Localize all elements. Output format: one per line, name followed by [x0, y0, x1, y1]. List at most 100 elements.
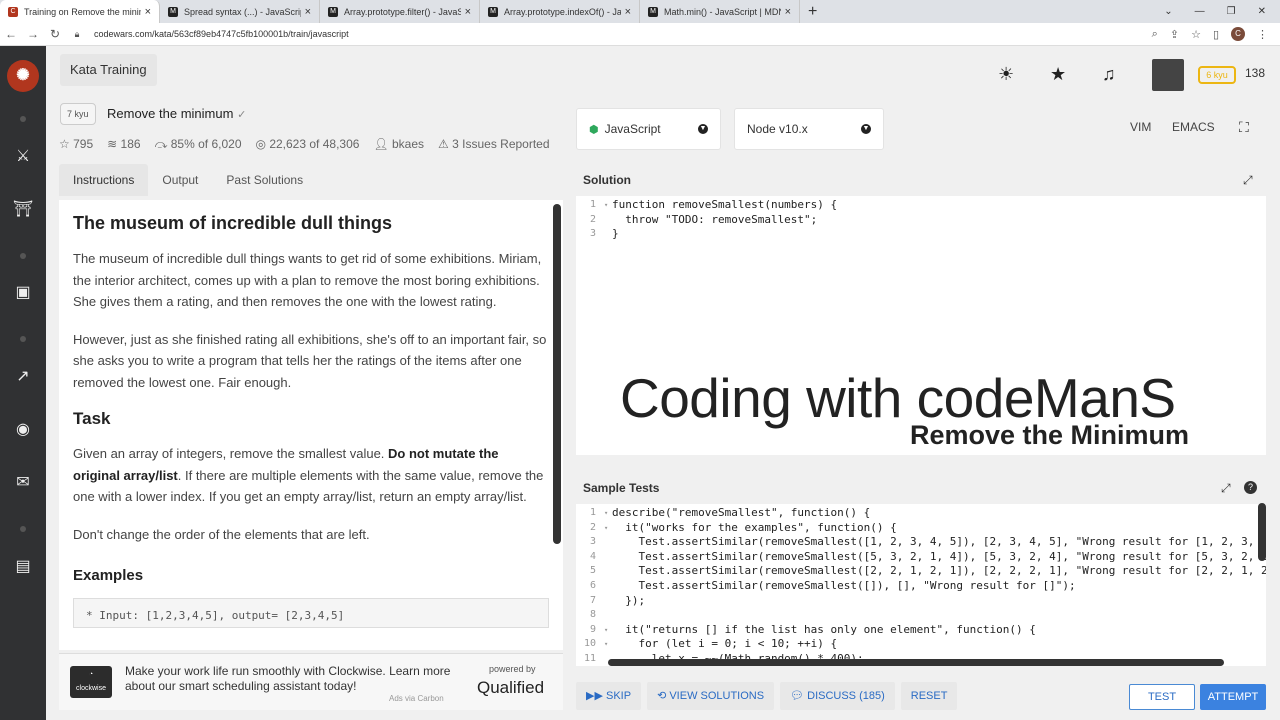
emacs-mode-button[interactable]: EMACS [1172, 120, 1215, 134]
reset-button[interactable]: RESET [900, 682, 958, 710]
tests-horizontal-scrollbar[interactable] [608, 659, 1224, 666]
leaderboard-trend-icon[interactable]: ↗ [12, 366, 34, 388]
fold-arrow-icon[interactable] [604, 550, 612, 565]
bookmark-star-icon[interactable]: ☆ [1191, 28, 1201, 41]
bookmarks-icon[interactable]: ★ [1050, 64, 1066, 85]
lock-icon[interactable]: 🔒︎ [66, 29, 88, 40]
browser-tab[interactable]: C Training on Remove the minimum × [0, 0, 160, 23]
ad-text[interactable]: Make your work life run smoothly with Cl… [125, 664, 455, 694]
fold-arrow-icon[interactable]: ▾ [604, 637, 612, 652]
code-line[interactable]: 4 Test.assertSimilar(removeSmallest([5, … [576, 550, 1266, 565]
forward-icon[interactable]: → [22, 27, 44, 41]
code-line[interactable]: 9 ▾ it("returns [] if the list has only o… [576, 623, 1266, 638]
kata-training-button[interactable]: Kata Training [60, 54, 157, 86]
codewars-logo-icon[interactable]: ✺ [7, 60, 39, 92]
code-line[interactable]: 1 ▾ function removeSmallest(numbers) { [576, 198, 1266, 213]
qualified-logo[interactable]: Qualified [477, 678, 544, 698]
issues-stat[interactable]: ⚠ 3 Issues Reported [438, 137, 550, 152]
attempt-button[interactable]: ATTEMPT [1200, 684, 1266, 710]
fold-arrow-icon[interactable]: ▾ [604, 623, 612, 638]
kata-practice-icon[interactable]: ⚔ [12, 146, 34, 168]
fold-arrow-icon[interactable]: ▾ [604, 506, 612, 521]
code-line[interactable]: 3} [576, 227, 1266, 242]
code-line[interactable]: 2 ▾ it("works for the examples", function… [576, 521, 1266, 536]
view-solutions-button[interactable]: ⟲ VIEW SOLUTIONS [647, 682, 775, 710]
browser-tab[interactable]: M Array.prototype.indexOf() - Java × [480, 0, 640, 23]
skip-button[interactable]: ▶▶ SKIP [576, 682, 642, 710]
tab-output[interactable]: Output [148, 164, 212, 196]
tab-close-icon[interactable]: × [465, 6, 471, 18]
fold-arrow-icon[interactable] [604, 535, 612, 550]
sample-tests-editor[interactable]: 1 ▾ describe("removeSmallest", function() … [576, 504, 1266, 666]
vim-mode-button[interactable]: VIM [1130, 120, 1151, 134]
minimize-icon[interactable]: — [1195, 6, 1205, 17]
satisfaction-stat: ⤼ 85% of 6,020 [155, 137, 242, 152]
zoom-icon[interactable]: ⌕ [1152, 28, 1158, 41]
profile-avatar[interactable]: C [1231, 27, 1245, 41]
satisfaction-total: of 6,020 [198, 137, 242, 151]
dojo-icon[interactable]: ⛩ [12, 199, 34, 221]
expand-solution-icon[interactable]: ⤢ [1243, 173, 1253, 188]
code-line[interactable]: 7 }); [576, 594, 1266, 609]
author-stat[interactable]: 👤︎ bkaes [373, 137, 424, 152]
stars-stat[interactable]: ☆ 795 [59, 137, 93, 152]
fold-arrow-icon[interactable] [604, 227, 612, 242]
tab-close-icon[interactable]: × [625, 6, 631, 18]
fullscreen-icon[interactable]: ⛶ [1239, 119, 1249, 136]
collections-stat[interactable]: ≋ 186 [107, 137, 140, 152]
code-line[interactable]: 10 ▾ for (let i = 0; i < 10; ++i) { [576, 637, 1266, 652]
url-text[interactable]: codewars.com/kata/563cf89eb4747c5fb10000… [94, 29, 349, 39]
code-line[interactable]: 6 Test.assertSimilar(removeSmallest([]),… [576, 579, 1266, 594]
code-line[interactable]: 3 Test.assertSimilar(removeSmallest([1, … [576, 535, 1266, 550]
new-tab-button[interactable]: + [800, 0, 825, 23]
chat-icon[interactable]: ✉ [12, 472, 34, 494]
code-line[interactable]: 2 throw "TODO: removeSmallest"; [576, 213, 1266, 228]
fold-arrow-icon[interactable] [604, 594, 612, 609]
fold-arrow-icon[interactable] [604, 608, 612, 623]
code-line[interactable]: 5 Test.assertSimilar(removeSmallest([2, … [576, 564, 1266, 579]
reload-icon[interactable]: ↻ [44, 27, 66, 41]
code-line[interactable]: 1 ▾ describe("removeSmallest", function() … [576, 506, 1266, 521]
menu-icon[interactable]: ⋮ [1257, 28, 1268, 41]
discuss-button[interactable]: 💬︎ DISCUSS (185) [780, 682, 895, 710]
close-window-icon[interactable]: ✕ [1258, 6, 1266, 17]
test-button[interactable]: TEST [1129, 684, 1195, 710]
tab-instructions[interactable]: Instructions [59, 164, 149, 196]
browser-tab[interactable]: M Array.prototype.filter() - JavaScri × [320, 0, 480, 23]
back-icon[interactable]: ← [0, 27, 22, 41]
tests-vertical-scrollbar[interactable] [1258, 503, 1266, 561]
ads-via-carbon[interactable]: Ads via Carbon [389, 694, 444, 703]
sidebar-toggle-icon[interactable]: ▯ [1213, 28, 1219, 41]
notifications-bell-icon[interactable]: ♫ [1102, 64, 1116, 85]
version-select[interactable]: Node v10.x ▼ [734, 108, 884, 150]
code-text: it("returns [] if the list has only one … [612, 622, 1036, 636]
browser-tab[interactable]: M Math.min() - JavaScript | MDN × [640, 0, 800, 23]
expand-tests-icon[interactable]: ⤢ [1221, 481, 1231, 496]
fold-arrow-icon[interactable] [604, 579, 612, 594]
restore-icon[interactable]: ❐ [1227, 6, 1236, 17]
fold-arrow-icon[interactable] [604, 213, 612, 228]
docs-book-icon[interactable]: ▤ [12, 556, 34, 578]
briefcase-icon[interactable]: ▣ [12, 282, 34, 304]
tab-favicon-icon: M [168, 6, 178, 17]
rank-badge[interactable]: 6 kyu [1198, 66, 1236, 84]
tab-close-icon[interactable]: × [145, 6, 151, 18]
tab-past-solutions[interactable]: Past Solutions [212, 164, 317, 196]
browser-tab[interactable]: M Spread syntax (...) - JavaScript | M × [160, 0, 320, 23]
fold-arrow-icon[interactable] [604, 564, 612, 579]
carbon-ad[interactable]: ◔ clockwise Make your work life run smoot… [59, 653, 563, 710]
tab-search-icon[interactable]: ⌄ [1164, 6, 1172, 17]
code-text: } [612, 227, 619, 241]
fold-arrow-icon[interactable]: ▾ [604, 198, 612, 213]
language-select[interactable]: ⬢ JavaScript ▼ [576, 108, 721, 150]
share-icon[interactable]: ⇪ [1170, 28, 1179, 41]
discord-icon[interactable]: ◉ [12, 419, 34, 441]
tab-close-icon[interactable]: × [785, 6, 791, 18]
description-scrollbar[interactable] [553, 204, 561, 544]
code-line[interactable]: 8 [576, 608, 1266, 623]
help-icon[interactable]: ? [1244, 481, 1257, 494]
user-avatar[interactable] [1152, 59, 1184, 91]
theme-sun-icon[interactable]: ☀ [998, 64, 1014, 85]
fold-arrow-icon[interactable]: ▾ [604, 521, 612, 536]
tab-close-icon[interactable]: × [305, 6, 311, 18]
